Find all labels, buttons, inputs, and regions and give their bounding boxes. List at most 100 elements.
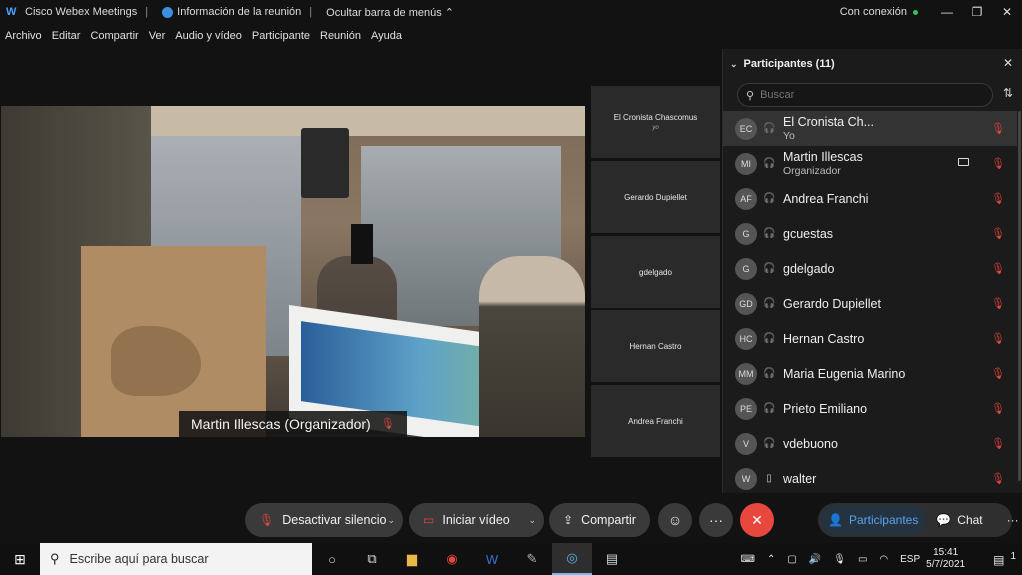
muted-mic-icon[interactable]: 🎙 <box>991 437 1005 450</box>
participants-panel: ⌄ Participantes (11) ✕ ⚲ ⇅ EC 🎧 El Croni… <box>722 49 1022 493</box>
taskbar-search-placeholder: Escribe aquí para buscar <box>69 552 209 566</box>
thumbnail-tile[interactable]: Gerardo Dupiellet <box>591 161 720 233</box>
reactions-button[interactable]: ☺ <box>658 503 692 537</box>
participant-row[interactable]: MI 🎧 Martin Illescas Organizador 🎙 <box>723 146 1017 181</box>
participant-name: Hernan Castro <box>783 331 865 346</box>
sort-icon[interactable]: ⇅ <box>1003 86 1017 102</box>
muted-mic-icon[interactable]: 🎙 <box>991 227 1005 240</box>
mic-icon[interactable]: 🎙 <box>833 554 846 565</box>
tab-participants[interactable]: 👤 Participantes <box>820 505 927 535</box>
keyboard-icon[interactable]: ⌨ <box>741 554 755 565</box>
participant-row[interactable]: HC 🎧 Hernan Castro 🎙 <box>723 321 1017 356</box>
menu-item-reunion[interactable]: Reunión <box>320 30 361 42</box>
participant-row[interactable]: V 🎧 vdebuono 🎙 <box>723 426 1017 461</box>
muted-mic-icon[interactable]: 🎙 <box>991 472 1005 485</box>
thumbnail-tile[interactable]: Andrea Franchi <box>591 385 720 457</box>
taskbar-search[interactable]: ⚲ Escribe aquí para buscar <box>40 543 312 575</box>
video-scene-camera <box>351 224 373 264</box>
menu-item-compartir[interactable]: Compartir <box>90 30 138 42</box>
phone-icon: ▯ <box>766 473 772 484</box>
chevron-down-icon[interactable]: ⌄ <box>528 515 536 526</box>
menu-item-participante[interactable]: Participante <box>252 30 310 42</box>
chevron-up-icon: ⌃ <box>444 6 454 19</box>
menu-item-ver[interactable]: Ver <box>149 30 166 42</box>
menu-item-editar[interactable]: Editar <box>52 30 81 42</box>
chrome-icon[interactable]: ◉ <box>432 543 472 575</box>
device-icon[interactable]: ▢ <box>787 554 796 565</box>
app-icon[interactable]: ✎ <box>512 543 552 575</box>
muted-mic-icon[interactable]: 🎙 <box>991 332 1005 345</box>
clock[interactable]: 15:41 5/7/2021 <box>926 547 965 571</box>
clock-time: 15:41 <box>933 547 959 558</box>
minimize-button[interactable]: — <box>932 5 962 19</box>
task-view-icon[interactable]: ⧉ <box>352 543 392 575</box>
menu-item-ayuda[interactable]: Ayuda <box>371 30 402 42</box>
participants-search[interactable]: ⚲ <box>737 83 993 107</box>
app-window-icon[interactable]: ▤ <box>592 543 632 575</box>
webex-taskbar-icon[interactable]: ◎ <box>552 543 592 575</box>
participants-scrollbar[interactable] <box>1018 111 1021 481</box>
notifications-button[interactable]: ▤ 1 <box>987 551 1016 567</box>
wifi-icon[interactable]: ◠ <box>879 554 888 565</box>
unmute-button[interactable]: 🎙 Desactivar silencio ⌄ <box>245 503 403 537</box>
headset-icon: 🎧 <box>763 438 776 449</box>
participants-list: EC 🎧 El Cronista Ch... Yo 🎙 MI 🎧 Martin I… <box>723 111 1017 496</box>
chevron-up-icon[interactable]: ⌃ <box>767 554 775 565</box>
share-button[interactable]: ⇪ Compartir <box>549 503 650 537</box>
menu-item-archivo[interactable]: Archivo <box>5 30 42 42</box>
thumbnail-name: Hernan Castro <box>629 341 682 351</box>
volume-icon[interactable]: 🔊 <box>809 554 821 565</box>
restore-button[interactable]: ❐ <box>962 5 992 19</box>
thumbnail-tile[interactable]: gdelgado <box>591 236 720 308</box>
start-video-button[interactable]: ▭ Iniciar vídeo ⌄ <box>409 503 544 537</box>
avatar: PE <box>735 397 757 420</box>
thumbnail-sub: yo <box>652 125 659 131</box>
search-icon: ⚲ <box>746 89 755 102</box>
chevron-down-icon[interactable]: ⌄ <box>387 515 395 526</box>
more-options-button[interactable]: ··· <box>699 503 733 537</box>
muted-mic-icon[interactable]: 🎙 <box>991 122 1005 135</box>
headset-icon: 🎧 <box>763 228 776 239</box>
muted-mic-icon[interactable]: 🎙 <box>991 402 1005 415</box>
tab-chat[interactable]: 💬 Chat <box>928 505 990 535</box>
participant-row[interactable]: G 🎧 gcuestas 🎙 <box>723 216 1017 251</box>
end-call-button[interactable]: ✕ <box>740 503 774 537</box>
collapse-chevron-icon[interactable]: ⌄ <box>730 59 738 70</box>
headset-icon: 🎧 <box>763 333 776 344</box>
cortana-icon[interactable]: ○ <box>312 543 352 575</box>
language-indicator[interactable]: ESP <box>900 554 920 565</box>
word-icon[interactable]: W <box>472 543 512 575</box>
participant-row[interactable]: AF 🎧 Andrea Franchi 🎙 <box>723 181 1017 216</box>
battery-icon[interactable]: ▭ <box>858 554 867 565</box>
close-window-button[interactable]: ✕ <box>992 5 1022 19</box>
avatar: MI <box>735 152 757 175</box>
muted-mic-icon[interactable]: 🎙 <box>991 367 1005 380</box>
participants-title: Participantes (11) <box>743 58 835 70</box>
file-explorer-icon[interactable]: ▆ <box>392 543 432 575</box>
windows-start-button[interactable]: ⊞ <box>0 543 40 575</box>
participant-row[interactable]: G 🎧 gdelgado 🎙 <box>723 251 1017 286</box>
main-video-feed[interactable] <box>1 106 585 437</box>
participant-row[interactable]: PE 🎧 Prieto Emiliano 🎙 <box>723 391 1017 426</box>
tab-more[interactable]: ··· <box>999 505 1022 535</box>
muted-mic-icon[interactable]: 🎙 <box>991 157 1005 170</box>
muted-mic-icon[interactable]: 🎙 <box>991 297 1005 310</box>
participant-name: gdelgado <box>783 261 835 276</box>
meeting-info-link[interactable]: Información de la reunión <box>162 6 301 18</box>
menu-item-audio-video[interactable]: Audio y vídeo <box>175 30 242 42</box>
hide-menu-button[interactable]: Ocultar barra de menús ⌃ <box>326 6 454 19</box>
muted-mic-icon[interactable]: 🎙 <box>991 192 1005 205</box>
participant-row[interactable]: EC 🎧 El Cronista Ch... Yo 🎙 <box>723 111 1017 146</box>
thumbnail-tile[interactable]: Hernan Castro <box>591 310 720 382</box>
participant-name: walter <box>783 471 817 486</box>
participant-row[interactable]: GD 🎧 Gerardo Dupiellet 🎙 <box>723 286 1017 321</box>
thumbnail-tile[interactable]: El Cronista Chascomus yo <box>591 86 720 158</box>
start-video-label: Iniciar vídeo <box>442 513 510 527</box>
muted-mic-icon[interactable]: 🎙 <box>991 262 1005 275</box>
thumbnail-name: Andrea Franchi <box>628 416 683 426</box>
participants-search-input[interactable] <box>760 89 961 101</box>
participant-row[interactable]: MM 🎧 Maria Eugenia Marino 🎙 <box>723 356 1017 391</box>
more-icon: ··· <box>1006 513 1019 527</box>
close-panel-button[interactable]: ✕ <box>1003 56 1013 70</box>
participant-row[interactable]: W ▯ walter 🎙 <box>723 461 1017 496</box>
